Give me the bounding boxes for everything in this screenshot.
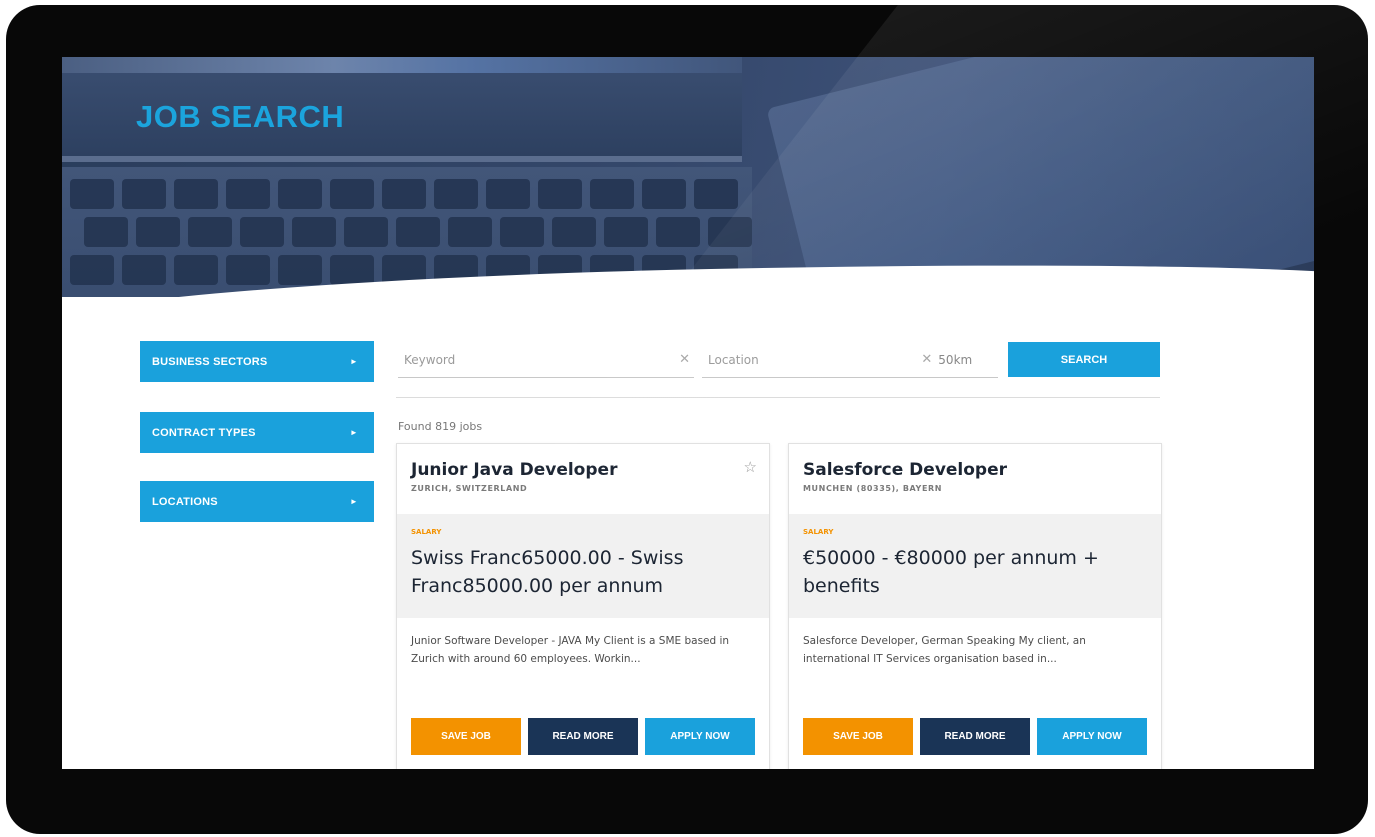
search-divider — [396, 397, 1160, 398]
keyboard-key-decoration — [188, 217, 232, 247]
keyboard-key-decoration — [382, 179, 426, 209]
keyboard-key-decoration — [656, 217, 700, 247]
read-more-button[interactable]: READ MORE — [528, 718, 638, 755]
keyboard-key-decoration — [174, 255, 218, 285]
filter-locations[interactable]: LOCATIONS ► — [140, 481, 374, 522]
clear-location-icon[interactable]: ✕ — [917, 352, 936, 367]
keyboard-key-decoration — [240, 217, 284, 247]
filter-label: CONTRACT TYPES — [152, 426, 256, 439]
filter-contract-types[interactable]: CONTRACT TYPES ► — [140, 412, 374, 453]
keyboard-key-decoration — [70, 179, 114, 209]
keyboard-key-decoration — [590, 179, 634, 209]
keyboard-key-decoration — [84, 217, 128, 247]
keyboard-key-decoration — [70, 255, 114, 285]
save-job-button[interactable]: SAVE JOB — [803, 718, 913, 755]
job-description: Salesforce Developer, German Speaking My… — [803, 635, 1086, 665]
filter-business-sectors[interactable]: BUSINESS SECTORS ► — [140, 341, 374, 382]
job-description: Junior Software Developer - JAVA My Clie… — [411, 635, 730, 665]
clear-keyword-icon[interactable]: ✕ — [675, 352, 694, 367]
apply-now-button[interactable]: APPLY NOW — [1037, 718, 1147, 755]
keyboard-key-decoration — [486, 179, 530, 209]
salary-value: €50000 - €80000 per annum + benefits — [803, 547, 1099, 597]
filter-label: LOCATIONS — [152, 495, 218, 508]
radius-select[interactable]: 50km — [938, 353, 972, 367]
chevron-right-icon: ► — [349, 357, 358, 366]
keyboard-key-decoration — [174, 179, 218, 209]
device-frame: JOB SEARCH BUSINESS SECTORS ► CONTRACT T… — [6, 5, 1368, 834]
keyboard-key-decoration — [330, 255, 374, 285]
keyboard-key-decoration — [642, 179, 686, 209]
job-title[interactable]: Junior Java Developer — [411, 460, 617, 480]
keyword-field: ✕ — [398, 342, 694, 378]
filter-label: BUSINESS SECTORS — [152, 355, 268, 368]
page-title: JOB SEARCH — [136, 99, 345, 134]
search-button[interactable]: SEARCH — [1008, 342, 1160, 377]
salary-label: SALARY — [411, 528, 442, 536]
keyboard-key-decoration — [278, 179, 322, 209]
keyboard-key-decoration — [604, 217, 648, 247]
keyboard-key-decoration — [396, 217, 440, 247]
browser-viewport: JOB SEARCH BUSINESS SECTORS ► CONTRACT T… — [62, 57, 1314, 769]
read-more-button[interactable]: READ MORE — [920, 718, 1030, 755]
job-card: Salesforce Developer MUNCHEN (80335), BA… — [788, 443, 1162, 769]
keyboard-key-decoration — [434, 179, 478, 209]
location-field: ✕ 50km — [702, 342, 998, 378]
location-input[interactable] — [702, 352, 918, 367]
hero-banner: JOB SEARCH — [62, 57, 1314, 297]
chevron-right-icon: ► — [349, 428, 358, 437]
salary-box: SALARY Swiss Franc65000.00 - Swiss Franc… — [397, 514, 769, 618]
keyboard-key-decoration — [226, 255, 270, 285]
results-count: Found 819 jobs — [398, 420, 483, 433]
chevron-right-icon: ► — [349, 497, 358, 506]
hero-notebook-image — [766, 57, 1314, 297]
keyboard-key-decoration — [552, 217, 596, 247]
keyboard-key-decoration — [500, 217, 544, 247]
job-card: Junior Java Developer ZURICH, SWITZERLAN… — [396, 443, 770, 769]
keyboard-key-decoration — [278, 255, 322, 285]
keyboard-key-decoration — [448, 217, 492, 247]
apply-now-button[interactable]: APPLY NOW — [645, 718, 755, 755]
keyboard-key-decoration — [330, 179, 374, 209]
keyboard-key-decoration — [136, 217, 180, 247]
keyboard-key-decoration — [344, 217, 388, 247]
keyboard-key-decoration — [708, 217, 752, 247]
job-location: MUNCHEN (80335), BAYERN — [803, 484, 943, 493]
star-icon[interactable]: ☆ — [744, 458, 757, 476]
salary-box: SALARY €50000 - €80000 per annum + benef… — [789, 514, 1161, 618]
keyboard-key-decoration — [122, 179, 166, 209]
job-title[interactable]: Salesforce Developer — [803, 460, 1007, 480]
keyboard-key-decoration — [226, 179, 270, 209]
keyboard-key-decoration — [122, 255, 166, 285]
salary-value: Swiss Franc65000.00 - Swiss Franc85000.0… — [411, 547, 684, 597]
keyword-input[interactable] — [398, 352, 676, 367]
keyboard-key-decoration — [694, 179, 738, 209]
keyboard-key-decoration — [292, 217, 336, 247]
job-location: ZURICH, SWITZERLAND — [411, 484, 528, 493]
save-job-button[interactable]: SAVE JOB — [411, 718, 521, 755]
salary-label: SALARY — [803, 528, 834, 536]
keyboard-key-decoration — [538, 179, 582, 209]
